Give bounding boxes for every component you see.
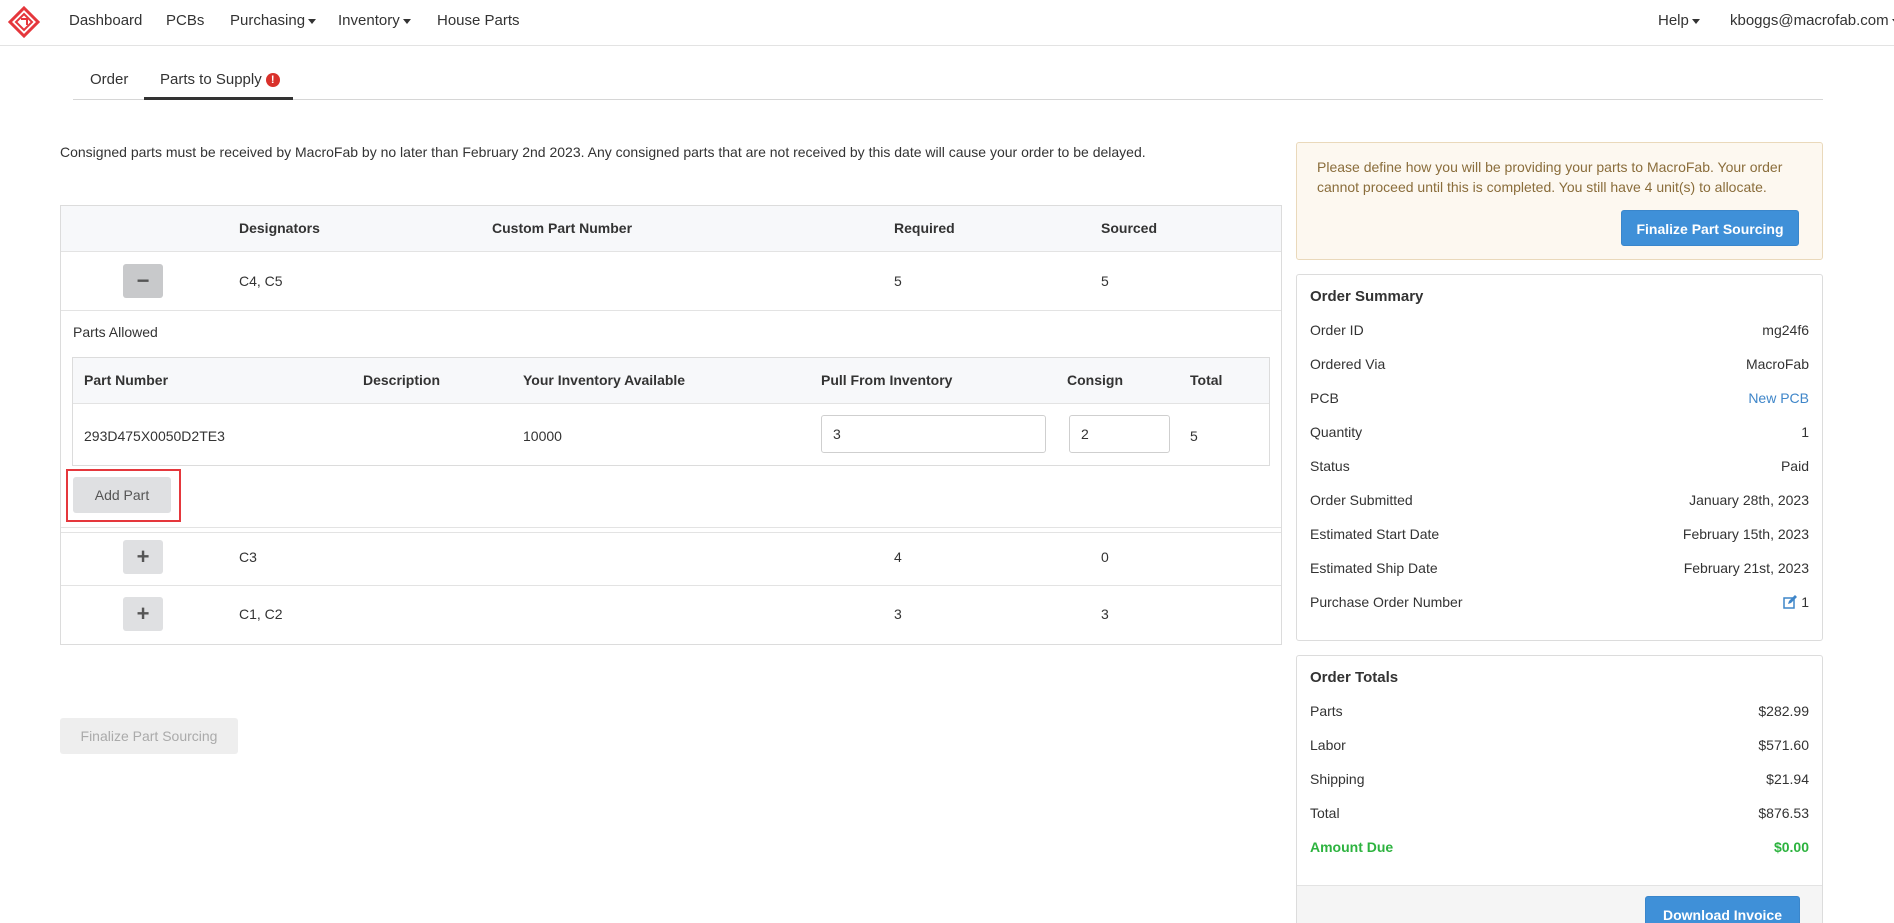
ordered-via-value: MacroFab bbox=[1745, 356, 1809, 372]
nav-help-label: Help bbox=[1658, 12, 1689, 29]
summary-label: PCB bbox=[1310, 390, 1339, 406]
parts-allowed-table: Part Number Description Your Inventory A… bbox=[72, 357, 1270, 466]
alert-icon: ! bbox=[265, 73, 280, 87]
order-totals-footer: Download Invoice bbox=[1297, 885, 1822, 923]
order-submitted-value: January 28th, 2023 bbox=[1689, 492, 1809, 508]
totals-label: Parts bbox=[1310, 703, 1343, 719]
add-part-button[interactable]: Add Part bbox=[73, 477, 171, 513]
designators-cell: C1, C2 bbox=[239, 606, 283, 622]
order-summary-panel: Order Summary Order ID mg24f6 Ordered Vi… bbox=[1296, 274, 1823, 641]
table-row: − C4, C5 5 5 bbox=[61, 252, 1281, 311]
nav-purchasing[interactable]: Purchasing bbox=[230, 12, 317, 29]
header-sourced: Sourced bbox=[1101, 220, 1158, 236]
header-custom-part-number: Custom Part Number bbox=[492, 220, 633, 236]
nav-purchasing-label: Purchasing bbox=[230, 12, 306, 29]
allocation-warning-text: Please define how you will be providing … bbox=[1317, 159, 1783, 195]
required-cell: 4 bbox=[894, 549, 902, 565]
summary-label: Estimated Ship Date bbox=[1310, 560, 1438, 576]
totals-label: Total bbox=[1310, 805, 1340, 821]
header-consign: Consign bbox=[1067, 372, 1123, 388]
status-value: Paid bbox=[1780, 458, 1809, 474]
summary-label: Quantity bbox=[1310, 424, 1363, 440]
parts-cost-value: $282.99 bbox=[1758, 703, 1809, 719]
header-designators: Designators bbox=[239, 220, 320, 236]
pcb-link[interactable]: New PCB bbox=[1748, 390, 1809, 406]
nav-help[interactable]: Help bbox=[1658, 12, 1700, 29]
tab-order-label: Order bbox=[90, 71, 129, 88]
amount-due-label: Amount Due bbox=[1310, 839, 1394, 855]
total-cost-value: $876.53 bbox=[1758, 805, 1809, 821]
chevron-down-icon bbox=[1691, 18, 1700, 24]
finalize-part-sourcing-button-disabled[interactable]: Finalize Part Sourcing bbox=[60, 718, 238, 754]
tab-bar: Order Parts to Supply! bbox=[73, 64, 1823, 100]
order-totals-panel: Order Totals Parts $282.99 Labor $571.60… bbox=[1296, 655, 1823, 923]
required-cell: 3 bbox=[894, 606, 902, 622]
header-part-number: Part Number bbox=[84, 372, 169, 388]
nav-house-parts[interactable]: House Parts bbox=[437, 12, 520, 29]
edit-icon[interactable] bbox=[1783, 595, 1798, 609]
nav-pcbs[interactable]: PCBs bbox=[166, 12, 204, 29]
table-row: + C1, C2 3 3 bbox=[61, 586, 1281, 644]
parts-table-header: Designators Custom Part Number Required … bbox=[61, 206, 1281, 252]
total-cell: 5 bbox=[1190, 428, 1198, 444]
consign-input[interactable] bbox=[1069, 415, 1170, 453]
header-pull-from-inventory: Pull From Inventory bbox=[821, 372, 953, 388]
designators-cell: C4, C5 bbox=[239, 273, 283, 289]
collapse-button[interactable]: − bbox=[123, 264, 163, 298]
finalize-part-sourcing-button[interactable]: Finalize Part Sourcing bbox=[1621, 210, 1799, 246]
user-email: kboggs@macrofab.com bbox=[1730, 12, 1889, 29]
nav-dashboard[interactable]: Dashboard bbox=[69, 12, 142, 29]
summary-label: Order ID bbox=[1310, 322, 1364, 338]
totals-label: Labor bbox=[1310, 737, 1346, 753]
sourced-cell: 5 bbox=[1101, 273, 1109, 289]
designators-cell: C3 bbox=[239, 549, 257, 565]
pull-from-inventory-input[interactable] bbox=[821, 415, 1046, 453]
summary-label: Order Submitted bbox=[1310, 492, 1413, 508]
summary-label: Estimated Start Date bbox=[1310, 526, 1440, 542]
required-cell: 5 bbox=[894, 273, 902, 289]
chevron-down-icon bbox=[402, 18, 411, 24]
quantity-value: 1 bbox=[1801, 424, 1809, 440]
sourced-cell: 3 bbox=[1101, 606, 1109, 622]
table-row: + C3 4 0 bbox=[61, 527, 1281, 586]
macrofab-logo-icon[interactable] bbox=[8, 6, 40, 38]
order-totals-title: Order Totals bbox=[1310, 669, 1399, 686]
header-description: Description bbox=[363, 372, 441, 388]
parts-allowed-label: Parts Allowed bbox=[73, 324, 158, 340]
amount-due-value: $0.00 bbox=[1773, 839, 1809, 855]
labor-cost-value: $571.60 bbox=[1758, 737, 1809, 753]
estimated-start-date-value: February 15th, 2023 bbox=[1682, 526, 1809, 542]
tab-parts-to-supply-label: Parts to Supply bbox=[160, 71, 262, 88]
chevron-down-icon bbox=[308, 18, 317, 24]
purchase-order-number-value: 1 bbox=[1801, 594, 1809, 610]
purchase-order-number: 1 bbox=[1783, 594, 1809, 610]
summary-label: Status bbox=[1310, 458, 1350, 474]
tab-parts-to-supply[interactable]: Parts to Supply! bbox=[144, 64, 293, 100]
consign-deadline-notice: Consigned parts must be received by Macr… bbox=[60, 144, 1146, 160]
shipping-cost-value: $21.94 bbox=[1766, 771, 1809, 787]
order-id-value: mg24f6 bbox=[1762, 322, 1809, 338]
header-total: Total bbox=[1190, 372, 1223, 388]
totals-label: Shipping bbox=[1310, 771, 1365, 787]
order-summary-title: Order Summary bbox=[1310, 288, 1424, 305]
estimated-ship-date-value: February 21st, 2023 bbox=[1683, 560, 1809, 576]
summary-label: Purchase Order Number bbox=[1310, 594, 1463, 610]
nav-user-menu[interactable]: kboggs@macrofab.com bbox=[1730, 12, 1894, 29]
download-invoice-button[interactable]: Download Invoice bbox=[1645, 896, 1800, 923]
inventory-available-cell: 10000 bbox=[523, 428, 562, 444]
parts-allowed-header: Part Number Description Your Inventory A… bbox=[73, 358, 1269, 404]
allocation-warning: Please define how you will be providing … bbox=[1296, 142, 1823, 260]
nav-inventory[interactable]: Inventory bbox=[338, 12, 411, 29]
expand-button[interactable]: + bbox=[123, 597, 163, 631]
parts-table: Designators Custom Part Number Required … bbox=[60, 205, 1282, 645]
header-required: Required bbox=[894, 220, 955, 236]
header-inventory-available: Your Inventory Available bbox=[523, 372, 686, 388]
top-navbar: Dashboard PCBs Purchasing Inventory Hous… bbox=[0, 0, 1894, 46]
part-number-cell: 293D475X0050D2TE3 bbox=[84, 428, 225, 444]
expand-button[interactable]: + bbox=[123, 540, 163, 574]
nav-inventory-label: Inventory bbox=[338, 12, 400, 29]
sourced-cell: 0 bbox=[1101, 549, 1109, 565]
summary-label: Ordered Via bbox=[1310, 356, 1386, 372]
